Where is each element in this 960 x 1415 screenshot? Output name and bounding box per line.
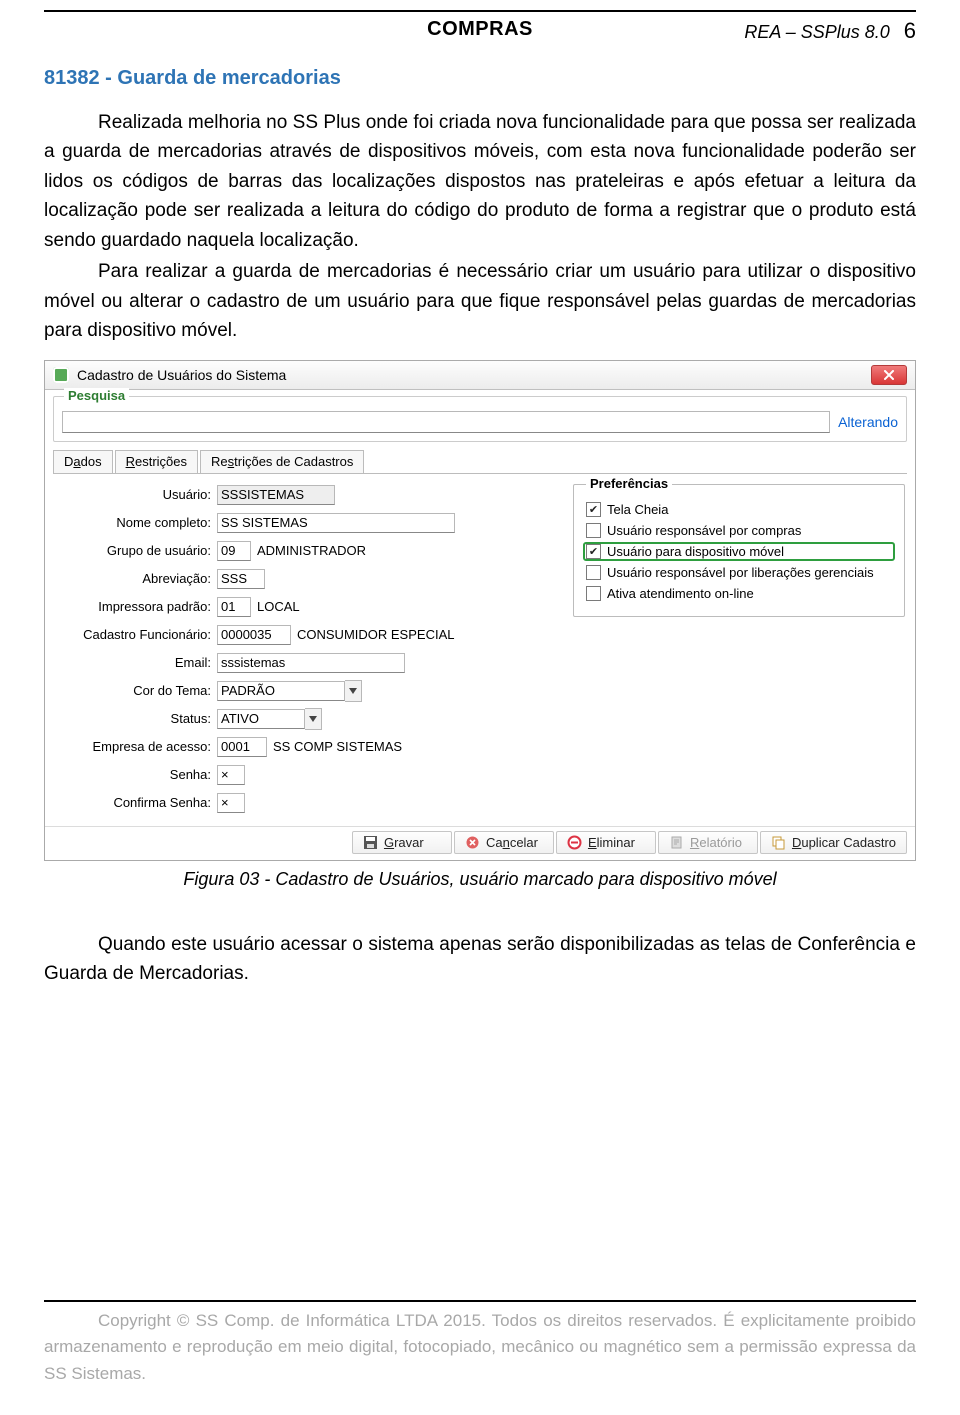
checkbox-icon[interactable] (586, 586, 601, 601)
altering-status: Alterando (838, 414, 898, 430)
section-heading: 81382 - Guarda de mercadorias (44, 67, 916, 90)
label-nome: Nome completo: (49, 515, 217, 530)
label-abrev: Abreviação: (49, 571, 217, 586)
tab-restricoes-cadastros[interactable]: Restrições de Cadastros (200, 450, 364, 473)
input-empresa-code[interactable] (217, 737, 267, 757)
input-impressora-code[interactable] (217, 597, 251, 617)
input-senha[interactable] (217, 765, 245, 785)
paragraph-3: Quando este usuário acessar o sistema ap… (44, 930, 916, 989)
duplicate-icon (771, 835, 786, 850)
input-email[interactable] (217, 653, 405, 673)
pref-resp-compras[interactable]: Usuário responsável por compras (584, 522, 894, 539)
text-impressora: LOCAL (257, 599, 300, 614)
chevron-down-icon[interactable] (345, 680, 362, 702)
tab-restricoes[interactable]: Restrições (115, 450, 198, 473)
chevron-down-icon[interactable] (305, 708, 322, 730)
label-empresa: Empresa de acesso: (49, 739, 217, 754)
toolbar: Gravar Cancelar Eliminar Relatório Dupli… (45, 826, 915, 860)
text-cadfunc: CONSUMIDOR ESPECIAL (297, 627, 454, 642)
search-legend: Pesquisa (64, 388, 129, 403)
pref-resp-liberacoes[interactable]: Usuário responsável por liberações geren… (584, 564, 894, 581)
checkbox-icon[interactable] (586, 565, 601, 580)
save-icon (363, 835, 378, 850)
input-cadfunc-code[interactable] (217, 625, 291, 645)
text-grupo: ADMINISTRADOR (257, 543, 366, 558)
window-title: Cadastro de Usuários do Sistema (77, 367, 871, 383)
label-cad-func: Cadastro Funcionário: (49, 627, 217, 642)
checkbox-icon[interactable] (586, 523, 601, 538)
figure-caption: Figura 03 - Cadastro de Usuários, usuári… (44, 869, 916, 890)
footer-text: Copyright © SS Comp. de Informática LTDA… (44, 1308, 916, 1387)
pref-dispositivo-movel[interactable]: Usuário para dispositivo móvel (584, 543, 894, 560)
page-footer: Copyright © SS Comp. de Informática LTDA… (44, 1300, 916, 1387)
label-conf-senha: Confirma Senha: (49, 795, 217, 810)
combo-status[interactable] (217, 708, 322, 730)
checkbox-icon[interactable] (586, 502, 601, 517)
label-email: Email: (49, 655, 217, 670)
label-status: Status: (49, 711, 217, 726)
input-grupo-code[interactable] (217, 541, 251, 561)
page-header: REA – SSPlus 8.0 6 (744, 18, 916, 44)
text-empresa: SS COMP SISTEMAS (273, 739, 402, 754)
label-impressora: Impressora padrão: (49, 599, 217, 614)
label-senha: Senha: (49, 767, 217, 782)
cancelar-button[interactable]: Cancelar (454, 831, 554, 854)
cancel-icon (465, 835, 480, 850)
label-usuario: Usuário: (49, 487, 217, 502)
app-window: Cadastro de Usuários do Sistema Pesquisa… (44, 360, 916, 861)
pref-tela-cheia[interactable]: Tela Cheia (584, 501, 894, 518)
input-abrev[interactable] (217, 569, 265, 589)
form-panel: Usuário: Nome completo: Grupo de usuário… (49, 484, 565, 820)
duplicar-button[interactable]: Duplicar Cadastro (760, 831, 907, 854)
prefs-legend: Preferências (586, 476, 672, 491)
input-conf-senha[interactable] (217, 793, 245, 813)
input-nome[interactable] (217, 513, 455, 533)
relatorio-button[interactable]: Relatório (658, 831, 758, 854)
input-tema[interactable] (217, 681, 345, 701)
paragraph-2: Para realizar a guarda de mercadorias é … (44, 257, 916, 345)
eliminar-button[interactable]: Eliminar (556, 831, 656, 854)
label-grupo: Grupo de usuário: (49, 543, 217, 558)
label-tema: Cor do Tema: (49, 683, 217, 698)
checkbox-icon[interactable] (586, 544, 601, 559)
doc-id: REA – SSPlus 8.0 (744, 22, 889, 43)
page-number: 6 (904, 18, 916, 44)
delete-icon (567, 835, 582, 850)
paragraph-1: Realizada melhoria no SS Plus onde foi c… (44, 108, 916, 255)
close-icon[interactable] (871, 365, 907, 385)
search-group: Pesquisa Alterando (53, 396, 907, 442)
input-status[interactable] (217, 709, 305, 729)
pref-atend-online[interactable]: Ativa atendimento on-line (584, 585, 894, 602)
report-icon (669, 835, 684, 850)
footer-rule (44, 1300, 916, 1302)
preferences-group: Preferências Tela Cheia Usuário responsá… (573, 484, 905, 617)
app-icon (53, 367, 69, 383)
titlebar: Cadastro de Usuários do Sistema (45, 361, 915, 390)
input-usuario[interactable] (217, 485, 335, 505)
header-rule (44, 10, 916, 12)
gravar-button[interactable]: Gravar (352, 831, 452, 854)
tab-dados[interactable]: Dados (53, 450, 113, 473)
combo-tema[interactable] (217, 680, 362, 702)
tab-strip: Dados Restrições Restrições de Cadastros (53, 450, 907, 474)
search-input[interactable] (62, 411, 830, 433)
